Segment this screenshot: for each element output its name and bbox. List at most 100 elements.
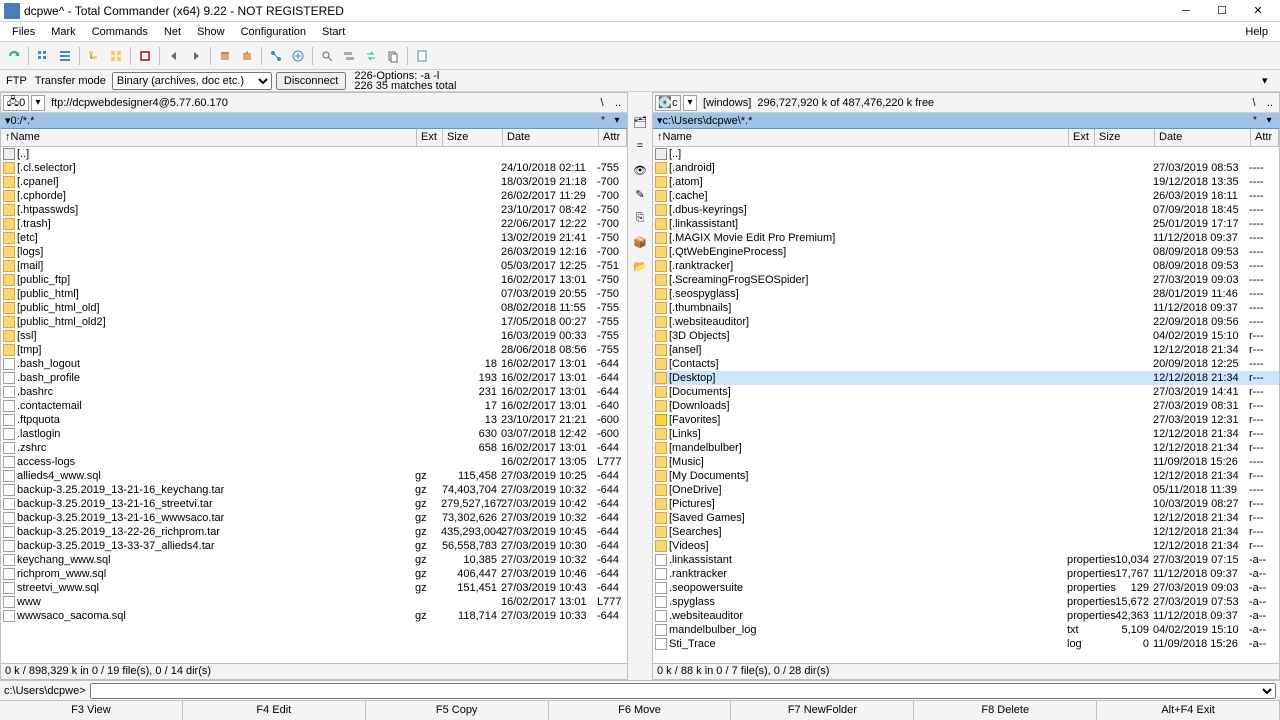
list-item[interactable]: [Pictures]10/03/2019 08:27r--- xyxy=(653,497,1279,511)
list-item[interactable]: [public_ftp]16/02/2017 13:01-750 xyxy=(1,273,627,287)
list-item[interactable]: backup-3.25.2019_13-21-16_keychang.targz… xyxy=(1,483,627,497)
list-item[interactable]: access-logs16/02/2017 13:05L777 xyxy=(1,455,627,469)
list-item[interactable]: backup-3.25.2019_13-21-16_wwwsaco.targz7… xyxy=(1,511,627,525)
list-item[interactable]: wwwsaco_sacoma.sqlgz118,71427/03/2019 10… xyxy=(1,609,627,623)
list-item[interactable]: [.linkassistant]25/01/2019 17:17---- xyxy=(653,217,1279,231)
list-item[interactable]: .lastlogin63003/07/2018 12:42-600 xyxy=(1,427,627,441)
menu-net[interactable]: Net xyxy=(156,24,189,40)
list-item[interactable]: [public_html]07/03/2019 20:55-750 xyxy=(1,287,627,301)
list-item[interactable]: .contactemail1716/02/2017 13:01-640 xyxy=(1,399,627,413)
invert-icon[interactable] xyxy=(135,46,155,66)
back-icon[interactable] xyxy=(164,46,184,66)
left-up-icon[interactable]: .. xyxy=(611,96,625,110)
full-view-icon[interactable] xyxy=(55,46,75,66)
ftp-connect-icon[interactable] xyxy=(266,46,286,66)
right-file-list[interactable]: [..][.android]27/03/2019 08:53----[.atom… xyxy=(653,147,1279,663)
list-item[interactable]: [mandelbulber]12/12/2018 21:34r--- xyxy=(653,441,1279,455)
transfer-mode-select[interactable]: Binary (archives, doc etc.) xyxy=(112,72,272,90)
list-item[interactable]: [tmp]28/06/2018 08:56-755 xyxy=(1,343,627,357)
right-drive-dropdown[interactable]: ▾ xyxy=(683,95,697,111)
col-name[interactable]: ↑Name xyxy=(653,129,1069,146)
mid-tree-icon[interactable]: 🗂 xyxy=(630,112,650,132)
altf4-exit[interactable]: Alt+F4 Exit xyxy=(1097,701,1280,720)
menu-help[interactable]: Help xyxy=(1237,24,1276,40)
list-item[interactable]: Sti_Tracelog011/09/2018 15:26-a-- xyxy=(653,637,1279,651)
left-history-icon[interactable]: * xyxy=(597,115,609,127)
f8-delete[interactable]: F8 Delete xyxy=(914,701,1097,720)
unpack-icon[interactable] xyxy=(237,46,257,66)
col-date[interactable]: Date xyxy=(503,129,599,146)
list-item[interactable]: www16/02/2017 13:01L777 xyxy=(1,595,627,609)
f5-copy[interactable]: F5 Copy xyxy=(366,701,549,720)
list-item[interactable]: [logs]26/03/2019 12:16-700 xyxy=(1,245,627,259)
list-item[interactable]: richprom_www.sqlgz406,44727/03/2019 10:4… xyxy=(1,567,627,581)
list-item[interactable]: [My Documents]12/12/2018 21:34r--- xyxy=(653,469,1279,483)
refresh-icon[interactable] xyxy=(4,46,24,66)
f7-newfolder[interactable]: F7 NewFolder xyxy=(731,701,914,720)
multi-rename-icon[interactable] xyxy=(339,46,359,66)
list-item[interactable]: [..] xyxy=(653,147,1279,161)
list-item[interactable]: [mail]05/03/2017 12:25-751 xyxy=(1,259,627,273)
brief-view-icon[interactable] xyxy=(33,46,53,66)
notepad-icon[interactable] xyxy=(412,46,432,66)
menu-files[interactable]: Files xyxy=(4,24,43,40)
mid-pack-icon[interactable]: 📦 xyxy=(630,232,650,252)
tree-icon[interactable] xyxy=(84,46,104,66)
command-input[interactable] xyxy=(90,683,1276,699)
left-file-list[interactable]: [..][.cl.selector]24/10/2018 02:11-755[.… xyxy=(1,147,627,663)
close-button[interactable]: ✕ xyxy=(1240,1,1276,21)
list-item[interactable]: [.cpanel]18/03/2019 21:18-700 xyxy=(1,175,627,189)
list-item[interactable]: .ranktrackerproperties17,76711/12/2018 0… xyxy=(653,567,1279,581)
list-item[interactable]: backup-3.25.2019_13-21-16_streetvi.targz… xyxy=(1,497,627,511)
list-item[interactable]: [Saved Games]12/12/2018 21:34r--- xyxy=(653,511,1279,525)
list-item[interactable]: .linkassistantproperties10,03427/03/2019… xyxy=(653,553,1279,567)
list-item[interactable]: allieds4_www.sqlgz115,45827/03/2019 10:2… xyxy=(1,469,627,483)
list-item[interactable]: .zshrc65816/02/2017 13:01-644 xyxy=(1,441,627,455)
right-fav-icon[interactable]: ▾ xyxy=(1263,115,1275,127)
list-item[interactable]: [ansel]12/12/2018 21:34r--- xyxy=(653,343,1279,357)
sync-icon[interactable] xyxy=(361,46,381,66)
col-date[interactable]: Date xyxy=(1155,129,1251,146)
thumbs-icon[interactable] xyxy=(106,46,126,66)
mid-unpack-icon[interactable]: 📂 xyxy=(630,256,650,276)
list-item[interactable]: [3D Objects]04/02/2019 15:10r--- xyxy=(653,329,1279,343)
col-ext[interactable]: Ext xyxy=(1069,129,1095,146)
list-item[interactable]: backup-3.25.2019_13-33-37_allieds4.targz… xyxy=(1,539,627,553)
pack-icon[interactable] xyxy=(215,46,235,66)
disconnect-button[interactable]: Disconnect xyxy=(276,72,346,90)
left-root-icon[interactable]: \ xyxy=(595,96,609,110)
list-item[interactable]: .ftpquota1323/10/2017 21:21-600 xyxy=(1,413,627,427)
f3-view[interactable]: F3 View xyxy=(0,701,183,720)
col-attr[interactable]: Attr xyxy=(1251,129,1279,146)
list-item[interactable]: [.atom]19/12/2018 13:35---- xyxy=(653,175,1279,189)
right-root-icon[interactable]: \ xyxy=(1247,96,1261,110)
list-item[interactable]: keychang_www.sqlgz10,38527/03/2019 10:32… xyxy=(1,553,627,567)
mid-copy-icon[interactable]: ⎘ xyxy=(630,208,650,228)
left-drive-select[interactable]: 🖧0 xyxy=(3,95,29,111)
list-item[interactable]: [Documents]27/03/2019 14:41r--- xyxy=(653,385,1279,399)
list-item[interactable]: [.trash]22/06/2017 12:22-700 xyxy=(1,217,627,231)
list-item[interactable]: [Contacts]20/09/2018 12:25---- xyxy=(653,357,1279,371)
list-item[interactable]: [Music]11/09/2018 15:26---- xyxy=(653,455,1279,469)
list-item[interactable]: .bash_logout1816/02/2017 13:01-644 xyxy=(1,357,627,371)
list-item[interactable]: [.cl.selector]24/10/2018 02:11-755 xyxy=(1,161,627,175)
menu-commands[interactable]: Commands xyxy=(84,24,156,40)
col-name[interactable]: ↑Name xyxy=(1,129,417,146)
list-item[interactable]: mandelbulber_logtxt5,10904/02/2019 15:10… xyxy=(653,623,1279,637)
list-item[interactable]: .websiteauditorproperties42,36311/12/201… xyxy=(653,609,1279,623)
copy-names-icon[interactable] xyxy=(383,46,403,66)
list-item[interactable]: [OneDrive]05/11/2018 11:39---- xyxy=(653,483,1279,497)
list-item[interactable]: [.ScreamingFrogSEOSpider]27/03/2019 09:0… xyxy=(653,273,1279,287)
right-up-icon[interactable]: .. xyxy=(1263,96,1277,110)
list-item[interactable]: [.websiteauditor]22/09/2018 09:56---- xyxy=(653,315,1279,329)
list-item[interactable]: [.dbus-keyrings]07/09/2018 18:45---- xyxy=(653,203,1279,217)
list-item[interactable]: [Downloads]27/03/2019 08:31r--- xyxy=(653,399,1279,413)
list-item[interactable]: [etc]13/02/2019 21:41-750 xyxy=(1,231,627,245)
menu-show[interactable]: Show xyxy=(189,24,233,40)
col-ext[interactable]: Ext xyxy=(417,129,443,146)
list-item[interactable]: [Videos]12/12/2018 21:34r--- xyxy=(653,539,1279,553)
list-item[interactable]: .seopowersuiteproperties12927/03/2019 09… xyxy=(653,581,1279,595)
list-item[interactable]: [.cache]26/03/2019 18:11---- xyxy=(653,189,1279,203)
list-item[interactable]: backup-3.25.2019_13-22-26_richprom.targz… xyxy=(1,525,627,539)
list-item[interactable]: .bash_profile19316/02/2017 13:01-644 xyxy=(1,371,627,385)
